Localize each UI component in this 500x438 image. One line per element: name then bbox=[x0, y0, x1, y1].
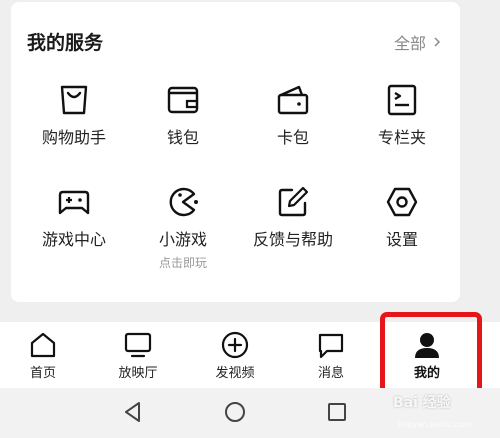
service-label: 购物助手 bbox=[41, 128, 106, 147]
service-label: 反馈与帮助 bbox=[252, 230, 333, 249]
feedback-edit-icon bbox=[278, 186, 309, 217]
shopping-bag-icon bbox=[60, 85, 88, 115]
back-triangle-icon[interactable] bbox=[121, 400, 145, 424]
home-icon bbox=[30, 332, 56, 358]
gamepad-icon bbox=[58, 190, 90, 215]
service-label: 钱包 bbox=[166, 128, 199, 147]
service-label: 卡包 bbox=[276, 128, 309, 147]
service-shopping-assistant[interactable]: 购物助手 bbox=[24, 82, 124, 148]
tab-messages[interactable]: 消息 bbox=[281, 322, 381, 388]
services-title: 我的服务 bbox=[27, 32, 104, 54]
service-sublabel: 点击即玩 bbox=[158, 256, 207, 270]
service-wallet[interactable]: 钱包 bbox=[133, 82, 233, 148]
wallet-icon bbox=[167, 86, 199, 114]
tab-label: 发视频 bbox=[215, 366, 255, 381]
plus-circle-icon bbox=[221, 331, 249, 359]
service-label: 设置 bbox=[385, 230, 418, 249]
recents-square-icon[interactable] bbox=[325, 400, 349, 424]
pacman-icon bbox=[169, 187, 198, 217]
tab-theater[interactable]: 放映厅 bbox=[88, 322, 188, 388]
home-circle-icon[interactable] bbox=[223, 400, 247, 424]
tab-label: 消息 bbox=[317, 366, 344, 381]
chevron-right-icon bbox=[434, 37, 441, 47]
services-card: 我的服务 全部 购物助手 钱包 卡包 专栏夹 游戏中心 小游戏 点击即玩 反馈与… bbox=[11, 2, 460, 302]
settings-hexagon-icon bbox=[386, 187, 418, 217]
watermark-url: jingyan.baidu.com bbox=[398, 420, 472, 429]
view-all-link[interactable]: 全部 bbox=[394, 30, 442, 54]
card-holder-icon bbox=[277, 85, 309, 115]
service-feedback-help[interactable]: 反馈与帮助 bbox=[243, 184, 343, 250]
service-settings[interactable]: 设置 bbox=[352, 184, 452, 250]
tab-label: 首页 bbox=[29, 366, 56, 381]
tab-home[interactable]: 首页 bbox=[0, 322, 93, 388]
tab-post-video[interactable]: 发视频 bbox=[185, 322, 285, 388]
service-mini-games[interactable]: 小游戏 点击即玩 bbox=[133, 184, 233, 271]
highlight-box bbox=[380, 312, 482, 394]
service-game-center[interactable]: 游戏中心 bbox=[24, 184, 124, 250]
service-label: 游戏中心 bbox=[41, 230, 106, 249]
tv-icon bbox=[124, 332, 152, 358]
service-label: 专栏夹 bbox=[377, 128, 426, 147]
service-label: 小游戏 bbox=[158, 230, 207, 249]
column-folder-icon bbox=[387, 84, 417, 116]
message-icon bbox=[318, 333, 344, 359]
service-card-holder[interactable]: 卡包 bbox=[243, 82, 343, 148]
tab-label: 放映厅 bbox=[118, 366, 158, 381]
service-column-folder[interactable]: 专栏夹 bbox=[352, 82, 452, 148]
watermark-logo: Bai 经验 bbox=[393, 395, 451, 411]
view-all-label: 全部 bbox=[393, 34, 426, 53]
